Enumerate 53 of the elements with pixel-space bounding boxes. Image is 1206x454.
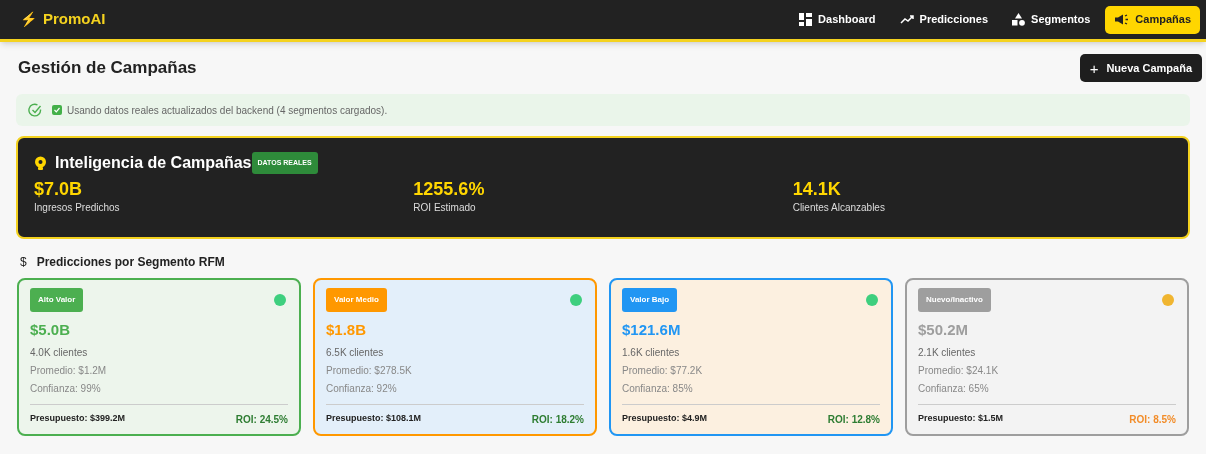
plus-icon: + bbox=[1089, 60, 1099, 76]
client-count: 6.5K clientes bbox=[326, 345, 385, 360]
segment-badge: Nuevo/Inactivo bbox=[918, 288, 991, 312]
alert-message: Usando datos reales actualizados del backend (4 segmentos cargados). bbox=[67, 103, 388, 118]
section-title: Predicciones por Segmento RFM bbox=[36, 254, 225, 271]
panel-title: Inteligencia de Campañas bbox=[55, 153, 252, 173]
client-count: 4.0K clientes bbox=[30, 345, 89, 360]
segment-badge: Valor Medio bbox=[326, 288, 387, 312]
confidence-value: Confianza: 99% bbox=[30, 381, 102, 396]
page-title: Gestión de Campañas bbox=[18, 57, 197, 80]
roi-value: ROI: 8.5% bbox=[1129, 412, 1176, 427]
budget-value: Presupuesto: $399.2M bbox=[30, 411, 126, 425]
shapes-icon bbox=[1012, 13, 1026, 26]
roi-value: ROI: 18.2% bbox=[531, 412, 584, 427]
budget-value: Presupuesto: $4.9M bbox=[622, 411, 708, 425]
nav-tab[interactable]: Campañas bbox=[1105, 5, 1200, 34]
check-circle-icon bbox=[28, 103, 42, 117]
revenue-value: $1.8B bbox=[326, 320, 368, 340]
metric-value: $7.0B bbox=[34, 178, 84, 200]
roi-value: ROI: 12.8% bbox=[827, 412, 880, 427]
client-count: 2.1K clientes bbox=[918, 345, 977, 360]
metric-label: ROI Estimado bbox=[413, 201, 477, 215]
confidence-value: Confianza: 65% bbox=[918, 381, 990, 396]
nav-tab[interactable]: Segmentos bbox=[1003, 5, 1100, 34]
average-value: Promedio: $77.2K bbox=[622, 363, 704, 378]
average-value: Promedio: $1.2M bbox=[30, 363, 108, 378]
metric-value: 14.1K bbox=[792, 178, 842, 200]
segment-badge: Valor Bajo bbox=[622, 288, 678, 312]
metric-label: Ingresos Predichos bbox=[34, 201, 121, 215]
nav-tab[interactable]: Dashboard bbox=[790, 5, 885, 34]
revenue-value: $5.0B bbox=[30, 320, 72, 340]
confidence-value: Confianza: 85% bbox=[622, 381, 694, 396]
budget-value: Presupuesto: $108.1M bbox=[326, 411, 422, 425]
metric-label: Clientes Alcanzables bbox=[792, 201, 886, 215]
budget-value: Presupuesto: $1.5M bbox=[918, 411, 1004, 425]
client-count: 1.6K clientes bbox=[622, 345, 681, 360]
revenue-value: $121.6M bbox=[622, 320, 682, 340]
grid-icon bbox=[799, 13, 813, 26]
brand-name: PromoAI bbox=[43, 9, 106, 30]
segment-badge: Alto Valor bbox=[30, 288, 84, 312]
bolt-icon: ⚡ bbox=[20, 9, 37, 30]
dollar-icon: $ bbox=[20, 253, 27, 271]
average-value: Promedio: $278.5K bbox=[326, 363, 413, 378]
trend-icon bbox=[899, 14, 914, 25]
new-campaign-button[interactable]: + Nueva Campaña bbox=[1079, 54, 1202, 82]
nav-tab[interactable]: Predicciones bbox=[890, 5, 998, 34]
revenue-value: $50.2M bbox=[918, 320, 970, 340]
roi-value: ROI: 24.5% bbox=[235, 412, 288, 427]
average-value: Promedio: $24.1K bbox=[918, 363, 1000, 378]
confidence-value: Confianza: 92% bbox=[326, 381, 398, 396]
metric-value: 1255.6% bbox=[413, 178, 486, 200]
megaphone-icon bbox=[1114, 14, 1130, 25]
lightbulb-icon bbox=[34, 155, 47, 171]
